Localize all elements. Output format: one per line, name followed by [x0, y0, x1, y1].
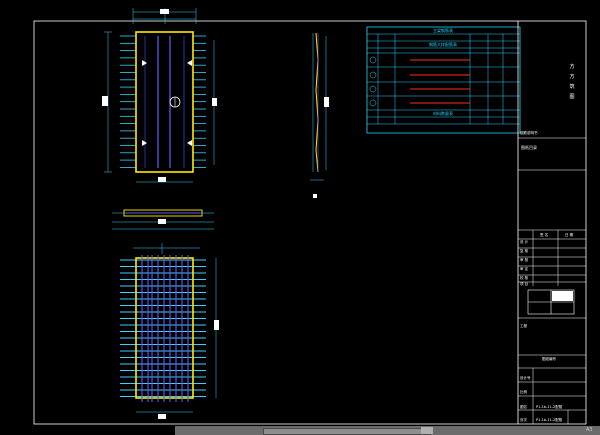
- tb-row-5: 校 核: [520, 275, 529, 280]
- rebar-plan: [120, 243, 219, 419]
- horizontal-scrollbar[interactable]: [175, 426, 600, 435]
- scroll-thumb[interactable]: [421, 427, 433, 434]
- plan-view: [102, 8, 217, 183]
- tb-row-2: 复 核: [520, 248, 529, 253]
- tb-name-label: 图名: [520, 404, 527, 409]
- tb-date-label: 日 期: [565, 232, 574, 237]
- scroll-track[interactable]: [263, 428, 431, 435]
- tb-row-1: 设 计: [520, 239, 529, 244]
- tb-page-label: 页次: [520, 417, 528, 422]
- param-table-subtitle: 钢筋大样配筋表: [429, 41, 457, 47]
- section-view: [112, 209, 214, 230]
- tb-code-label: 设计号: [520, 375, 531, 380]
- section-label: 图纸目录: [521, 144, 537, 150]
- tb-row-4: 审 定: [520, 266, 529, 271]
- tb-sign-label: 签 名: [540, 232, 548, 237]
- tb-row-6: 项 目: [520, 281, 528, 286]
- tb-project-label: 工程: [520, 323, 528, 328]
- title-vertical-2: 方: [569, 73, 574, 80]
- title-vertical-3: 筑: [569, 83, 574, 90]
- side-elevation: [310, 32, 329, 198]
- param-table-note: 钢筋说明书: [520, 130, 538, 135]
- title-vertical-4: 图: [569, 94, 574, 100]
- param-table-title: 主梁钢筋表: [433, 27, 453, 33]
- parameter-table: 主梁钢筋表 钢筋大样配筋表 材料数量表 钢筋说明书: [366, 26, 538, 135]
- tb-scale-label: 比例: [520, 389, 528, 394]
- cad-drawing-canvas[interactable]: 主梁钢筋表 钢筋大样配筋表 材料数量表 钢筋说明书 方 方 筑 图 图纸目录 设…: [0, 0, 600, 435]
- tb-row-3: 审 核: [520, 257, 529, 262]
- sheet-size-label: A3: [586, 427, 593, 433]
- title-block: 方 方 筑 图 图纸目录 设 计 复 核 审 核 审 定 校 核 项 目 签 名…: [517, 21, 586, 424]
- tb-drawing-code: P1-1b-11-2配筋: [536, 404, 563, 409]
- title-vertical-1: 方: [569, 63, 574, 70]
- plan-outline: [135, 31, 194, 173]
- tb-drawing-no: 图纸编号: [542, 356, 556, 361]
- param-table-bottom-title: 材料数量表: [433, 110, 453, 116]
- tb-drawing-code-bottom: P1-1b-11-2配筋: [536, 417, 563, 422]
